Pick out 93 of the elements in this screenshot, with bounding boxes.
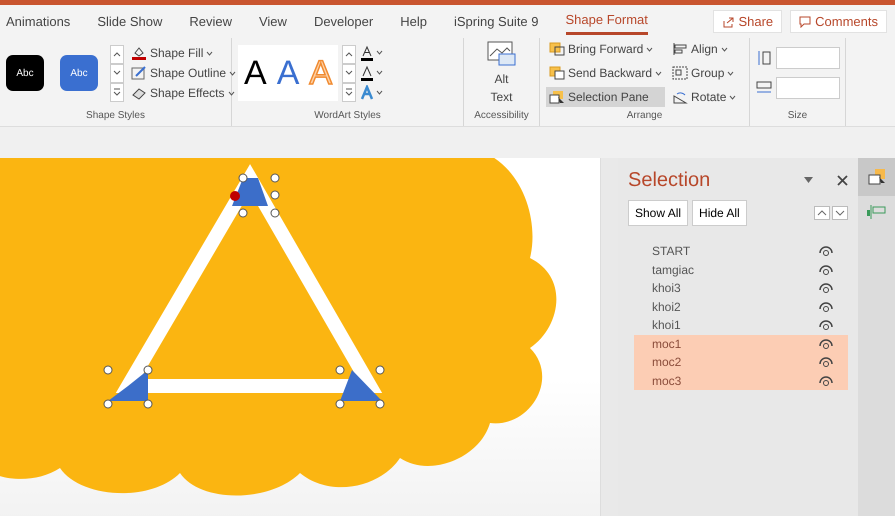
caret-icon: [729, 94, 736, 100]
ribbon-tab[interactable]: View: [258, 10, 287, 34]
pencil-icon: [131, 66, 147, 80]
command-button[interactable]: Align: [669, 39, 740, 59]
scroll-up-icon[interactable]: [113, 51, 121, 57]
selection-item[interactable]: khoi3: [634, 279, 848, 298]
object-name: moc3: [652, 372, 682, 390]
scrollbar[interactable]: [600, 158, 618, 516]
ribbon-tab[interactable]: Shape Format: [566, 8, 648, 35]
ribbon-tab[interactable]: Help: [400, 10, 427, 34]
caret-icon: [228, 90, 234, 96]
eye-icon[interactable]: [818, 300, 834, 313]
selection-item[interactable]: moc3: [634, 372, 848, 390]
size-field[interactable]: [776, 77, 840, 99]
group-label: WordArt Styles: [313, 109, 382, 123]
group-label: Accessibility: [473, 109, 530, 123]
share-button[interactable]: Share: [713, 10, 782, 34]
object-name: moc2: [652, 354, 682, 372]
wordart-sample[interactable]: A: [244, 56, 267, 90]
align-pane-icon[interactable]: [866, 204, 886, 220]
eye-icon[interactable]: [818, 356, 834, 368]
selection-pane-icon: [549, 90, 565, 104]
layers-icon: [549, 42, 565, 56]
more-icon[interactable]: [345, 88, 354, 96]
command-button[interactable]: Shape Effects: [128, 83, 240, 103]
close-icon[interactable]: [837, 174, 848, 186]
caret-icon: [720, 46, 728, 52]
eraser-icon: [131, 86, 147, 100]
selection-item[interactable]: tamgiac: [634, 260, 848, 279]
command-button[interactable]: Bring Forward: [546, 39, 666, 59]
text-outline-icon[interactable]: [360, 65, 384, 81]
command-button[interactable]: Selection Pane: [546, 87, 666, 107]
caret-icon: [727, 70, 734, 76]
size-field[interactable]: [776, 47, 840, 69]
eye-icon[interactable]: [818, 319, 834, 332]
selection-item[interactable]: START: [634, 242, 848, 260]
paint-bucket-icon: [131, 46, 147, 60]
style-swatch[interactable]: Abc: [6, 55, 44, 91]
caret-icon: [229, 70, 236, 76]
wordart-sample[interactable]: A: [276, 56, 300, 90]
scroll-up-icon[interactable]: [345, 51, 354, 57]
dropdown-icon[interactable]: [804, 177, 813, 183]
comment-icon: [799, 16, 812, 28]
ribbon-tab[interactable]: Slide Show: [97, 10, 162, 34]
eye-icon[interactable]: [818, 374, 834, 387]
alt-text-button[interactable]: Alt Text: [480, 40, 524, 106]
selection-item[interactable]: moc1: [634, 334, 848, 353]
style-swatch[interactable]: Abc: [60, 55, 98, 91]
object-name: tamgiac: [652, 262, 694, 279]
height-icon: [756, 50, 772, 66]
ribbon-tab[interactable]: Developer: [314, 10, 374, 34]
layers-icon: [549, 66, 565, 80]
command-button[interactable]: Send Backward: [546, 63, 666, 83]
object-name: START: [652, 243, 690, 260]
align-icon: [672, 42, 688, 56]
selection-item[interactable]: moc2: [634, 353, 848, 372]
caret-icon: [206, 50, 214, 56]
object-name: moc1: [652, 336, 682, 353]
group-label: Size: [786, 109, 808, 123]
eye-icon[interactable]: [818, 338, 834, 350]
ribbon-tab[interactable]: iSpring Suite 9: [454, 10, 539, 34]
command-button[interactable]: Rotate: [669, 87, 740, 107]
object-name: khoi3: [652, 280, 681, 298]
group-label: Arrange: [626, 109, 664, 123]
scroll-down-icon[interactable]: [345, 70, 354, 76]
more-icon[interactable]: [113, 88, 121, 96]
object-name: khoi2: [652, 298, 681, 316]
scroll-down-icon[interactable]: [113, 70, 121, 76]
caret-icon: [646, 46, 654, 52]
pane-title: Selection: [628, 168, 710, 192]
share-icon: [722, 16, 734, 28]
comments-button[interactable]: Comments: [790, 10, 887, 34]
object-name: khoi1: [652, 317, 681, 334]
selection-item[interactable]: khoi1: [634, 316, 848, 334]
command-button[interactable]: Group: [669, 63, 740, 83]
rotate-icon: [672, 90, 688, 104]
eye-icon[interactable]: [818, 264, 834, 276]
selection-pane-icon[interactable]: [866, 167, 886, 187]
caret-icon: [655, 70, 662, 76]
eye-icon[interactable]: [818, 245, 834, 258]
group-icon: [672, 66, 688, 80]
eye-icon[interactable]: [818, 282, 834, 294]
hide-all-button[interactable]: Hide All: [692, 200, 747, 226]
group-label: Shape Styles: [85, 109, 146, 123]
reorder-arrows-icon[interactable]: [814, 206, 848, 220]
show-all-button[interactable]: Show All: [628, 200, 688, 226]
selection-item[interactable]: khoi2: [634, 298, 848, 316]
ribbon-tab[interactable]: Animations: [6, 10, 70, 34]
ribbon-tab[interactable]: Review: [189, 10, 232, 34]
picture-icon: [486, 40, 516, 66]
text-fill-icon[interactable]: [360, 45, 384, 61]
command-button[interactable]: Shape Outline: [128, 63, 240, 83]
command-button[interactable]: Shape Fill: [128, 43, 240, 63]
